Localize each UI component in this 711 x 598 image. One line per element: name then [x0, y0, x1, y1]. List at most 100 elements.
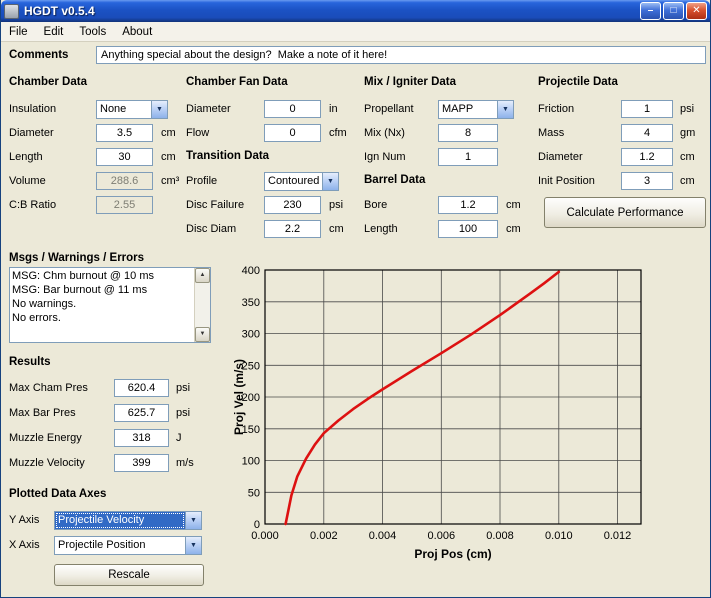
menu-edit[interactable]: Edit [36, 23, 72, 41]
y-axis-combo[interactable]: Projectile Velocity ▼ [54, 511, 202, 530]
muzzle-velocity-label: Muzzle Velocity [9, 457, 85, 469]
x-axis-value: Projectile Position [55, 537, 185, 554]
chamber-fan-data-header: Chamber Fan Data [186, 76, 288, 88]
friction-input[interactable] [621, 100, 673, 118]
x-axis-combo[interactable]: Projectile Position ▼ [54, 536, 202, 555]
unit-label: m/s [176, 457, 194, 469]
muzzle-velocity-output [114, 454, 169, 472]
chevron-down-icon[interactable]: ▼ [185, 537, 201, 554]
barrel-length-label: Length [364, 223, 398, 235]
chamber-volume-label: Volume [9, 175, 46, 187]
messages-list: MSG: Chm burnout @ 10 ms MSG: Bar burnou… [10, 268, 194, 342]
rescale-button[interactable]: Rescale [54, 564, 204, 586]
list-item[interactable]: MSG: Bar burnout @ 11 ms [12, 283, 194, 297]
chamber-diameter-label: Diameter [9, 127, 54, 139]
insulation-combo[interactable]: None ▼ [96, 100, 168, 119]
chamber-length-input[interactable] [96, 148, 153, 166]
unit-label: cm [506, 223, 521, 235]
messages-header: Msgs / Warnings / Errors [9, 252, 144, 264]
unit-label: cm [329, 223, 344, 235]
close-button[interactable]: ✕ [686, 2, 707, 20]
menu-about[interactable]: About [114, 23, 160, 41]
max-cham-pres-output [114, 379, 169, 397]
title-bar[interactable]: HGDT v0.5.4 – □ ✕ [1, 0, 710, 22]
unit-label: psi [176, 382, 190, 394]
max-bar-pres-label: Max Bar Pres [9, 407, 76, 419]
svg-text:0.002: 0.002 [310, 530, 338, 542]
bore-input[interactable] [438, 196, 498, 214]
unit-label: cm [680, 151, 695, 163]
svg-text:Proj Pos (cm): Proj Pos (cm) [414, 547, 491, 561]
max-bar-pres-output [114, 404, 169, 422]
chevron-down-icon[interactable]: ▼ [322, 173, 338, 190]
svg-text:100: 100 [242, 456, 260, 468]
friction-label: Friction [538, 103, 574, 115]
disc-failure-label: Disc Failure [186, 199, 244, 211]
disc-diam-label: Disc Diam [186, 223, 236, 235]
plotted-axes-header: Plotted Data Axes [9, 488, 106, 500]
list-item[interactable]: No errors. [12, 311, 194, 325]
menu-tools[interactable]: Tools [71, 23, 114, 41]
disc-diam-input[interactable] [264, 220, 321, 238]
chamber-diameter-input[interactable] [96, 124, 153, 142]
propellant-label: Propellant [364, 103, 414, 115]
messages-listbox[interactable]: MSG: Chm burnout @ 10 ms MSG: Bar burnou… [9, 267, 211, 343]
svg-text:Proj Vel (m/s): Proj Vel (m/s) [232, 359, 246, 435]
unit-label: cm [161, 127, 176, 139]
chamber-data-header: Chamber Data [9, 76, 87, 88]
insulation-value: None [97, 101, 151, 118]
scroll-up-icon[interactable]: ▲ [195, 268, 210, 283]
svg-text:300: 300 [242, 329, 260, 341]
unit-label: J [176, 432, 182, 444]
disc-failure-input[interactable] [264, 196, 321, 214]
chevron-down-icon[interactable]: ▼ [185, 512, 201, 529]
x-axis-label: X Axis [9, 539, 40, 551]
mix-nx-input[interactable] [438, 124, 498, 142]
fan-flow-label: Flow [186, 127, 209, 139]
profile-combo[interactable]: Contoured ▼ [264, 172, 339, 191]
fan-diameter-input[interactable] [264, 100, 321, 118]
projectile-diameter-input[interactable] [621, 148, 673, 166]
mass-input[interactable] [621, 124, 673, 142]
ign-num-input[interactable] [438, 148, 498, 166]
profile-value: Contoured [265, 173, 322, 190]
list-item[interactable]: MSG: Chm burnout @ 10 ms [12, 269, 194, 283]
listbox-scrollbar[interactable]: ▲ ▼ [194, 268, 210, 342]
scroll-down-icon[interactable]: ▼ [195, 327, 210, 342]
propellant-value: MAPP [439, 101, 497, 118]
chevron-down-icon[interactable]: ▼ [497, 101, 513, 118]
max-cham-pres-label: Max Cham Pres [9, 382, 88, 394]
minimize-button[interactable]: – [640, 2, 661, 20]
transition-data-header: Transition Data [186, 150, 269, 162]
unit-label: cfm [329, 127, 347, 139]
muzzle-energy-label: Muzzle Energy [9, 432, 82, 444]
list-item[interactable]: No warnings. [12, 297, 194, 311]
unit-label: gm [680, 127, 695, 139]
barrel-length-input[interactable] [438, 220, 498, 238]
comments-label: Comments [9, 49, 68, 61]
app-icon [4, 4, 19, 19]
svg-text:0.000: 0.000 [251, 530, 279, 542]
projectile-data-header: Projectile Data [538, 76, 618, 88]
profile-label: Profile [186, 175, 217, 187]
cb-ratio-label: C:B Ratio [9, 199, 56, 211]
init-position-label: Init Position [538, 175, 595, 187]
bore-label: Bore [364, 199, 387, 211]
fan-flow-input[interactable] [264, 124, 321, 142]
ign-num-label: Ign Num [364, 151, 406, 163]
svg-text:0.006: 0.006 [428, 530, 456, 542]
chamber-volume-output [96, 172, 153, 190]
calculate-performance-button[interactable]: Calculate Performance [544, 197, 706, 228]
unit-label: in [329, 103, 338, 115]
chart-svg: 0.0000.0020.0040.0060.0080.0100.01205010… [229, 258, 705, 590]
maximize-button[interactable]: □ [663, 2, 684, 20]
muzzle-energy-output [114, 429, 169, 447]
propellant-combo[interactable]: MAPP ▼ [438, 100, 514, 119]
init-position-input[interactable] [621, 172, 673, 190]
svg-text:0.010: 0.010 [545, 530, 573, 542]
menu-file[interactable]: File [1, 23, 36, 41]
projectile-diameter-label: Diameter [538, 151, 583, 163]
cb-ratio-output [96, 196, 153, 214]
comments-input[interactable] [96, 46, 706, 64]
chevron-down-icon[interactable]: ▼ [151, 101, 167, 118]
